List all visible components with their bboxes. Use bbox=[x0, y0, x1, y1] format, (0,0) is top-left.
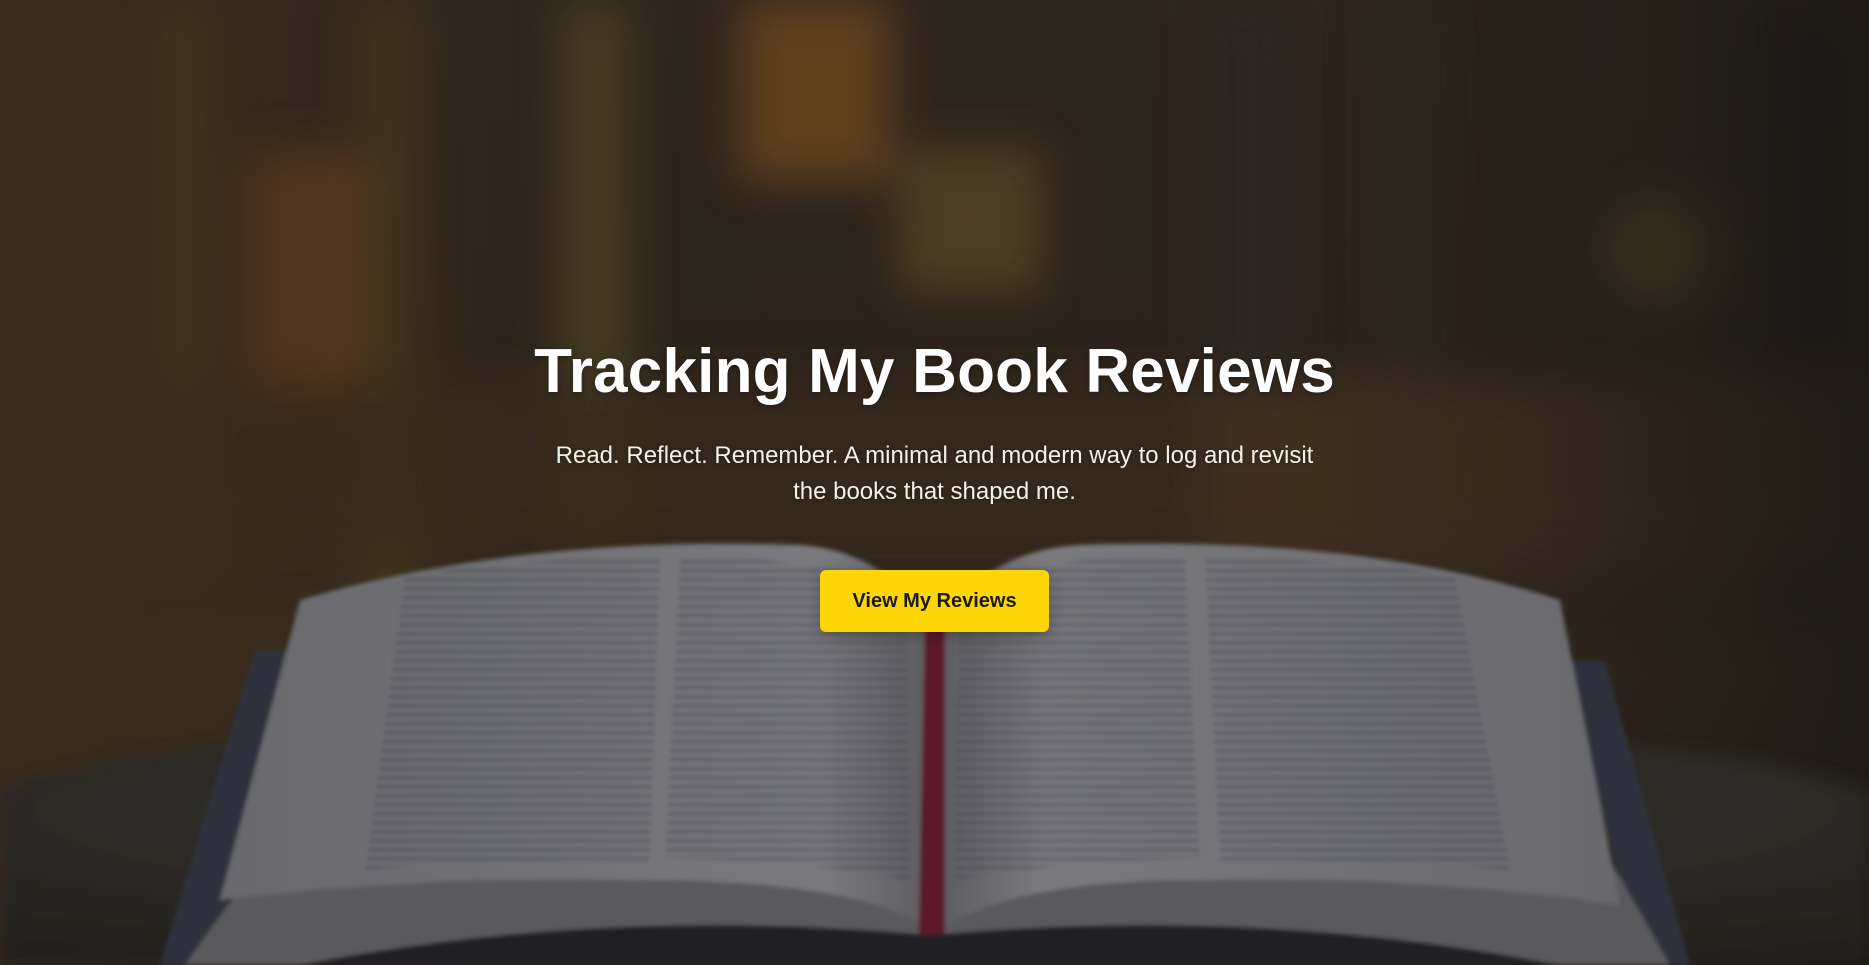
hero-subtitle: Read. Reflect. Remember. A minimal and m… bbox=[555, 442, 1314, 505]
view-reviews-button[interactable]: View My Reviews bbox=[820, 570, 1049, 632]
page-title: Tracking My Book Reviews bbox=[534, 337, 1335, 406]
hero-section: Tracking My Book Reviews Read. Reflect. … bbox=[0, 0, 1869, 965]
hero-content: Tracking My Book Reviews Read. Reflect. … bbox=[0, 334, 1869, 632]
